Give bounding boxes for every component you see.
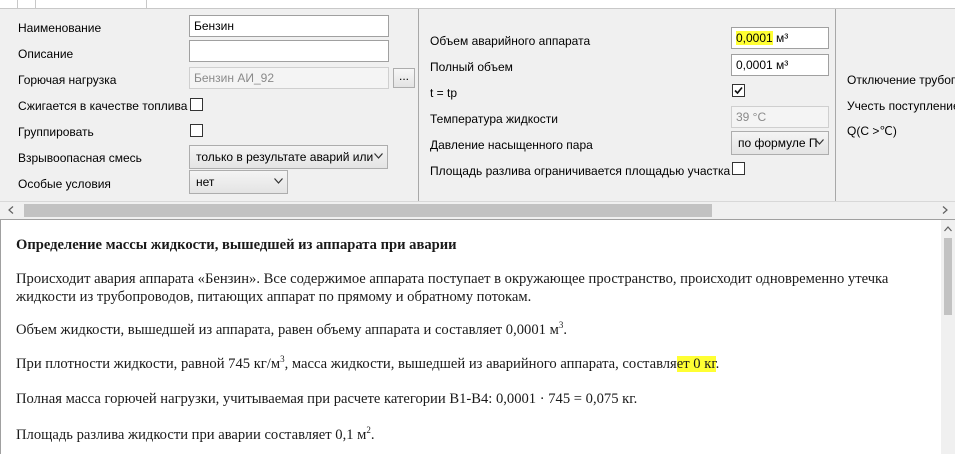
vapor-pressure-label: Давление насыщенного пара bbox=[430, 138, 593, 152]
special-conditions-value: нет bbox=[196, 175, 215, 189]
chevron-down-icon bbox=[813, 135, 825, 149]
scroll-right-arrow-icon[interactable] bbox=[938, 203, 952, 217]
special-conditions-label: Особые условия bbox=[18, 177, 111, 191]
group-label: Группировать bbox=[18, 125, 94, 139]
t-eq-tp-label: t = tp bbox=[430, 86, 458, 100]
fuel-load-field: Бензин АИ_92 bbox=[189, 67, 389, 89]
report-paragraph-total-mass: Полная масса горючей нагрузки, учитываем… bbox=[16, 391, 638, 407]
emergency-volume-unit: м³ bbox=[776, 31, 789, 45]
scroll-up-arrow-icon[interactable] bbox=[941, 222, 955, 236]
spill-limited-checkbox[interactable] bbox=[732, 162, 745, 175]
vapor-pressure-dropdown[interactable]: по формуле П bbox=[731, 131, 829, 155]
horizontal-scroll-thumb[interactable] bbox=[24, 204, 712, 217]
chevron-down-icon bbox=[372, 149, 384, 163]
top-strip bbox=[0, 0, 955, 9]
description-field[interactable] bbox=[189, 40, 389, 62]
vertical-scrollbar[interactable] bbox=[941, 219, 955, 454]
emergency-volume-number: 0,0001 bbox=[736, 31, 773, 45]
account-inflow-label: Учесть поступление bbox=[847, 99, 955, 113]
t-eq-tp-checkbox[interactable] bbox=[732, 84, 745, 97]
emergency-volume-label: Объем аварийного аппарата bbox=[430, 34, 591, 48]
spill-limited-label: Площадь разлива ограничивается площадью … bbox=[430, 164, 731, 178]
report-paragraph-volume: Объем жидкости, вышедшей из аппарата, ра… bbox=[16, 320, 567, 338]
name-field[interactable]: Бензин bbox=[189, 15, 389, 37]
chevron-down-icon bbox=[272, 174, 284, 188]
column-divider bbox=[835, 9, 836, 201]
liquid-temp-field: 39 °C bbox=[731, 106, 829, 128]
burned-as-fuel-checkbox[interactable] bbox=[190, 98, 203, 111]
description-label: Описание bbox=[18, 47, 74, 61]
full-volume-field[interactable]: 0,0001 м³ bbox=[731, 54, 829, 76]
top-strip-divider bbox=[35, 0, 36, 8]
liquid-temp-label: Температура жидкости bbox=[430, 112, 559, 126]
burned-as-fuel-label: Сжигается в качестве топлива bbox=[18, 99, 188, 113]
fuel-load-browse-button[interactable]: ... bbox=[393, 68, 415, 88]
properties-panel: Наименование Бензин Описание Горючая наг… bbox=[0, 9, 955, 201]
report-heading: Определение массы жидкости, вышедшей из … bbox=[16, 237, 457, 253]
vertical-scroll-thumb[interactable] bbox=[944, 238, 952, 315]
full-volume-label: Полный объем bbox=[430, 60, 513, 74]
report-paragraph-mass: При плотности жидкости, равной 745 кг/м3… bbox=[16, 354, 720, 372]
column-divider bbox=[418, 9, 419, 201]
explosive-mix-dropdown[interactable]: только в результате аварий или bbox=[189, 145, 388, 169]
emergency-volume-field[interactable]: 0,0001 м³ bbox=[731, 27, 829, 49]
checkmark-icon bbox=[734, 86, 743, 95]
report-paragraph-spill-area: Площадь разлива жидкости при аварии сост… bbox=[16, 425, 375, 443]
explosive-mix-label: Взрывоопасная смесь bbox=[18, 151, 142, 165]
vapor-pressure-value: по формуле П bbox=[738, 136, 818, 150]
scroll-left-arrow-icon[interactable] bbox=[4, 203, 18, 217]
explosive-mix-value: только в результате аварий или bbox=[196, 150, 374, 164]
name-label: Наименование bbox=[18, 21, 102, 35]
q-label: Q(C >℃) bbox=[847, 124, 897, 138]
top-strip-divider bbox=[17, 0, 18, 8]
special-conditions-dropdown[interactable]: нет bbox=[189, 170, 288, 194]
top-strip-divider bbox=[146, 0, 147, 8]
pipe-shutoff-label: Отключение трубопр bbox=[847, 73, 955, 87]
group-checkbox[interactable] bbox=[190, 124, 203, 137]
fuel-load-label: Горючая нагрузка bbox=[18, 73, 117, 87]
report-paragraph-accident: Происходит авария аппарата «Бензин». Все… bbox=[16, 271, 889, 305]
horizontal-scrollbar[interactable] bbox=[0, 201, 955, 219]
report-panel: Определение массы жидкости, вышедшей из … bbox=[0, 219, 942, 454]
highlighted-mass: ет 0 кг bbox=[676, 356, 716, 372]
